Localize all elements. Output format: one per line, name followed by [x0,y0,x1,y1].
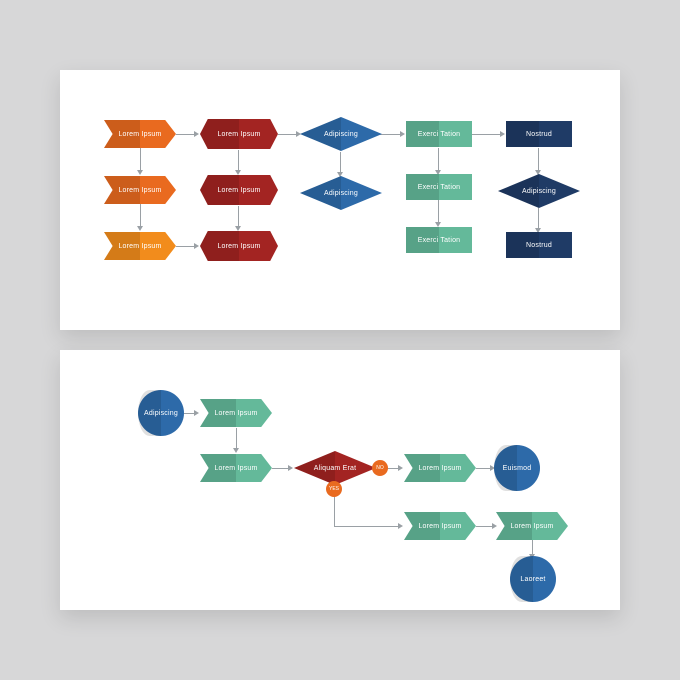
flow-node-g3: Lorem Ipsum [404,454,476,482]
flow-node-navy-diamond: Adipiscing [498,174,580,208]
flow-node-red-2: Lorem Ipsum [200,175,278,205]
flow-node-blue-diamond-2: Adipiscing [300,176,382,210]
flow-node-laoreet: Laoreet [510,556,556,602]
decision-yes-badge: YES [326,481,342,497]
decision-no-badge: NO [372,460,388,476]
flow-node-red-3: Lorem Ipsum [200,231,278,261]
flow-node-green-2: Exerci Tation [406,174,472,200]
flow-node-red-1: Lorem Ipsum [200,119,278,149]
flow-node-orange-2: Lorem Ipsum [104,176,176,204]
flow-node-euismod: Euismod [494,445,540,491]
flow-node-g5: Lorem Ipsum [496,512,568,540]
flow-node-orange-3: Lorem Ipsum [104,232,176,260]
flow-node-green-1: Exerci Tation [406,121,472,147]
flow-node-g2: Lorem Ipsum [200,454,272,482]
flow-node-green-3: Exerci Tation [406,227,472,253]
flow-node-orange-1: Lorem Ipsum [104,120,176,148]
flowchart-card-top: Lorem Ipsum Lorem Ipsum Lorem Ipsum Lore… [60,70,620,330]
flow-decision: Aliquam Erat [294,451,376,485]
flow-node-navy-1: Nostrud [506,121,572,147]
flow-node-blue-diamond-1: Adipiscing [300,117,382,151]
flow-node-navy-2: Nostrud [506,232,572,258]
flow-node-g4: Lorem Ipsum [404,512,476,540]
flowchart-card-bottom: Adipiscing Lorem Ipsum Lorem Ipsum Aliqu… [60,350,620,610]
flow-start-circle: Adipiscing [138,390,184,436]
flow-node-g1: Lorem Ipsum [200,399,272,427]
